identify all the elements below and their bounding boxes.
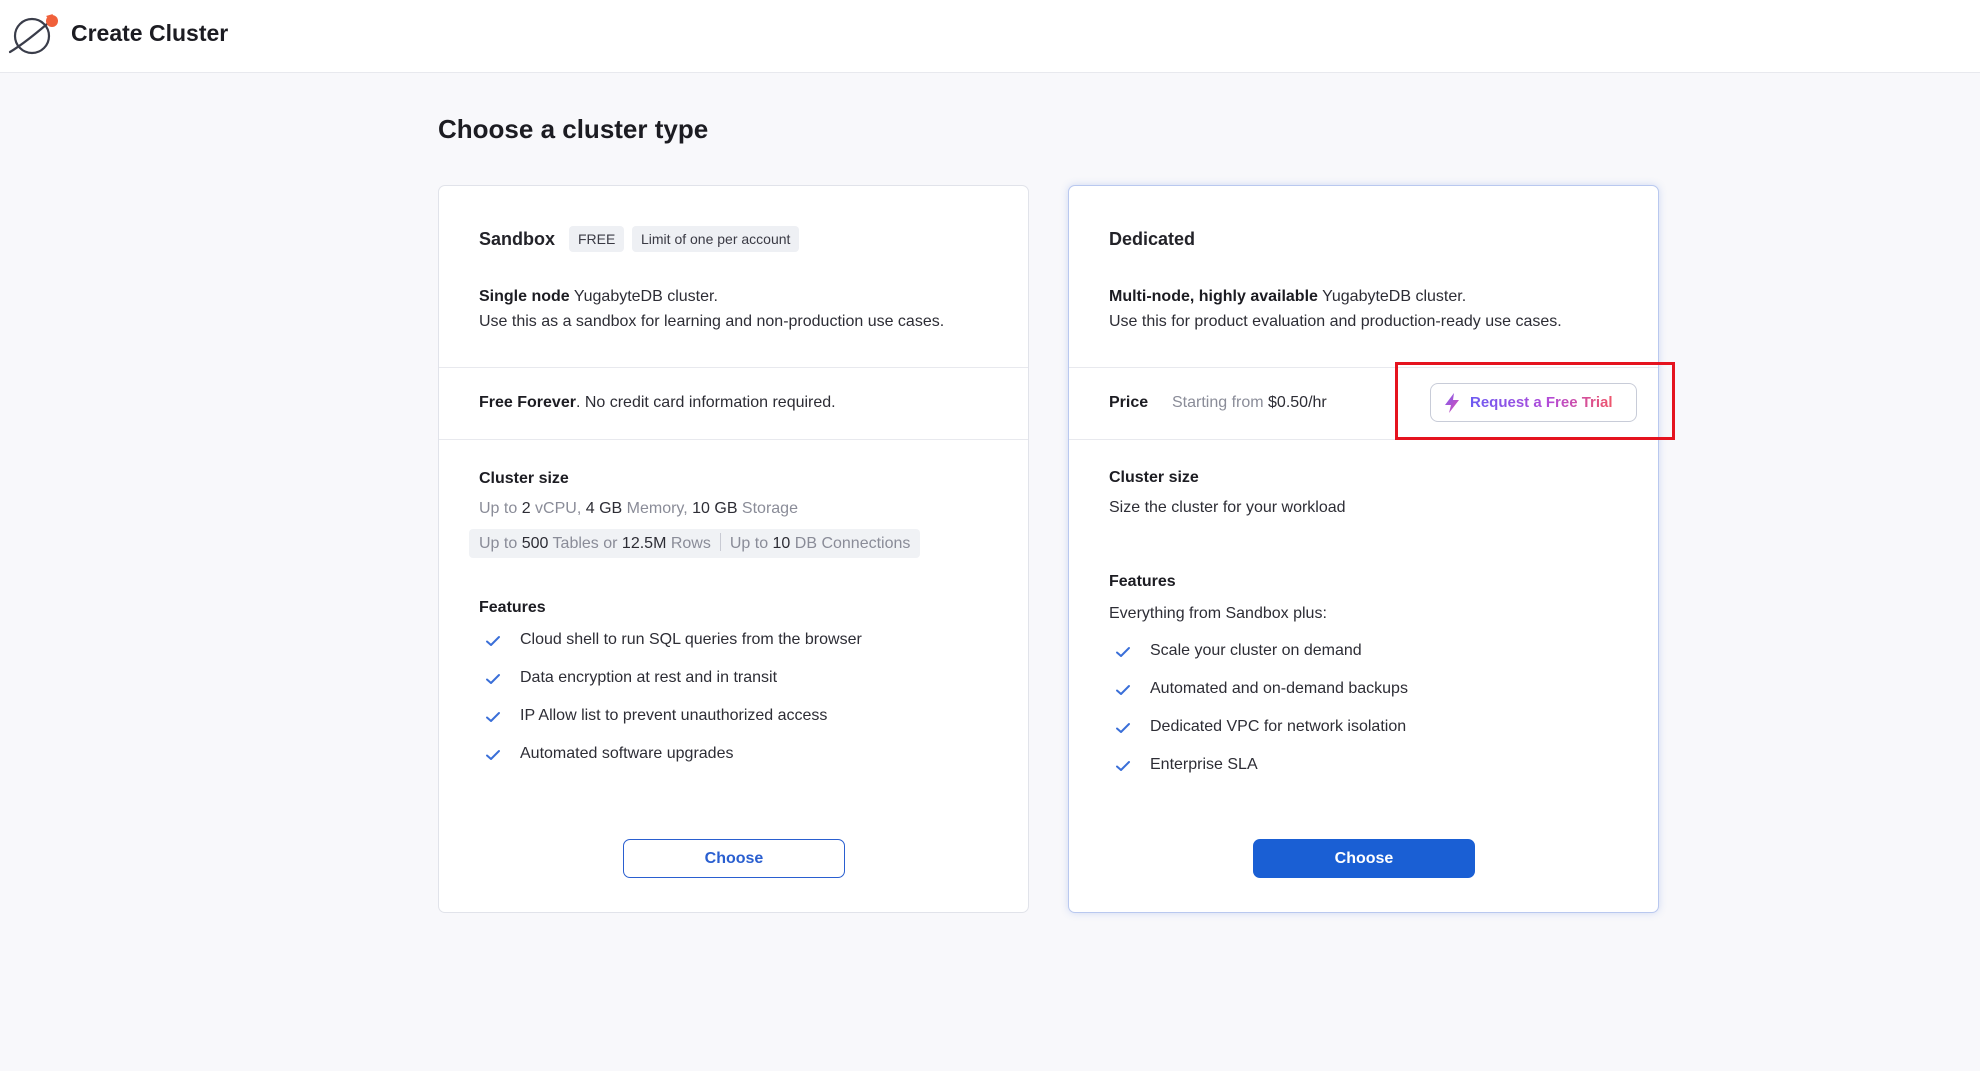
check-icon: [1116, 723, 1130, 733]
top-bar: Create Cluster: [0, 0, 1980, 73]
feature-text: IP Allow list to prevent unauthorized ac…: [520, 707, 828, 724]
cluster-size-label: Cluster size: [1109, 469, 1199, 486]
spec-text: Up to: [479, 535, 522, 552]
choose-sandbox-button[interactable]: Choose: [623, 839, 845, 878]
feature-text: Enterprise SLA: [1150, 756, 1258, 773]
check-icon: [1116, 761, 1130, 771]
spec-value: 10: [772, 535, 791, 552]
features-intro: Everything from Sandbox plus:: [1109, 605, 1327, 622]
spec-value: 500: [521, 535, 549, 552]
feature-text: Automated software upgrades: [520, 745, 734, 762]
feature-text: Dedicated VPC for network isolation: [1150, 718, 1407, 735]
check-icon: [1116, 685, 1130, 695]
spec-text: Tables or: [548, 535, 622, 552]
desc-rest: YugabyteDB cluster.: [1317, 288, 1467, 305]
card-description: Single node YugabyteDB cluster. Use this…: [479, 284, 944, 334]
spec-value: 12.5M: [621, 535, 667, 552]
desc-bold: Single node: [479, 288, 570, 305]
price-text: Starting from $0.50/hr: [1172, 394, 1327, 412]
spec-text: Up to: [729, 535, 773, 552]
spec-line: Up to 2 vCPU, 4 GB Memory, 10 GB Storage: [479, 500, 798, 518]
price-line: Free Forever. No credit card information…: [479, 394, 836, 412]
limit-badge: Limit of one per account: [632, 226, 800, 252]
choose-dedicated-button[interactable]: Choose: [1253, 839, 1475, 878]
desc-rest: YugabyteDB cluster.: [569, 288, 718, 305]
check-icon: [486, 712, 500, 722]
feature-text: Cloud shell to run SQL queries from the …: [520, 631, 862, 648]
spec-value: 10 GB: [692, 500, 738, 517]
spec-text: Memory,: [622, 500, 693, 517]
card-title: Dedicated: [1109, 229, 1196, 249]
spec-text: Up to: [479, 500, 522, 517]
yugabyte-logo-icon[interactable]: [6, 12, 60, 56]
check-icon: [486, 750, 500, 760]
divider: [439, 367, 1028, 368]
check-icon: [486, 674, 500, 684]
feature-text: Scale your cluster on demand: [1150, 642, 1362, 659]
price-value: $0.50/hr: [1268, 394, 1327, 411]
sandbox-card[interactable]: Sandbox FREE Limit of one per account Si…: [438, 185, 1029, 913]
price-label: Price: [1109, 394, 1149, 411]
dedicated-card[interactable]: Dedicated Multi-node, highly available Y…: [1068, 185, 1659, 913]
feature-text: Automated and on-demand backups: [1150, 680, 1408, 697]
feature-text: Data encryption at rest and in transit: [520, 669, 778, 686]
price-prefix: Starting from: [1172, 394, 1269, 411]
spec-text: DB Connections: [790, 535, 911, 552]
spec-text: vCPU,: [530, 500, 586, 517]
divider: [439, 439, 1028, 440]
price-rest: . No credit card information required.: [575, 394, 836, 411]
card-description: Multi-node, highly available YugabyteDB …: [1109, 284, 1562, 334]
desc-line2: Use this for product evaluation and prod…: [1109, 313, 1562, 330]
cluster-size-label: Cluster size: [479, 470, 569, 487]
features-label: Features: [479, 599, 546, 616]
check-icon: [486, 636, 500, 646]
spec-chip: Up to 500 Tables or 12.5M Rows Up to 10 D…: [469, 529, 921, 558]
highlight-annotation-box: [1395, 362, 1675, 440]
desc-bold: Multi-node, highly available: [1109, 288, 1318, 305]
spec-text: Storage: [737, 500, 798, 517]
features-label: Features: [1109, 573, 1176, 590]
page-title: Choose a cluster type: [438, 114, 709, 144]
spec-text: Rows: [666, 535, 711, 552]
price-bold: Free Forever: [479, 394, 576, 411]
check-icon: [1116, 647, 1130, 657]
separator: [719, 533, 721, 551]
free-badge: FREE: [569, 226, 625, 252]
desc-line2: Use this as a sandbox for learning and n…: [479, 313, 945, 330]
app-title: Create Cluster: [71, 20, 229, 46]
card-title: Sandbox: [479, 229, 556, 249]
spec-value: 2: [521, 500, 531, 517]
spec-value: 4 GB: [585, 500, 623, 517]
cluster-size-desc: Size the cluster for your workload: [1109, 499, 1346, 516]
